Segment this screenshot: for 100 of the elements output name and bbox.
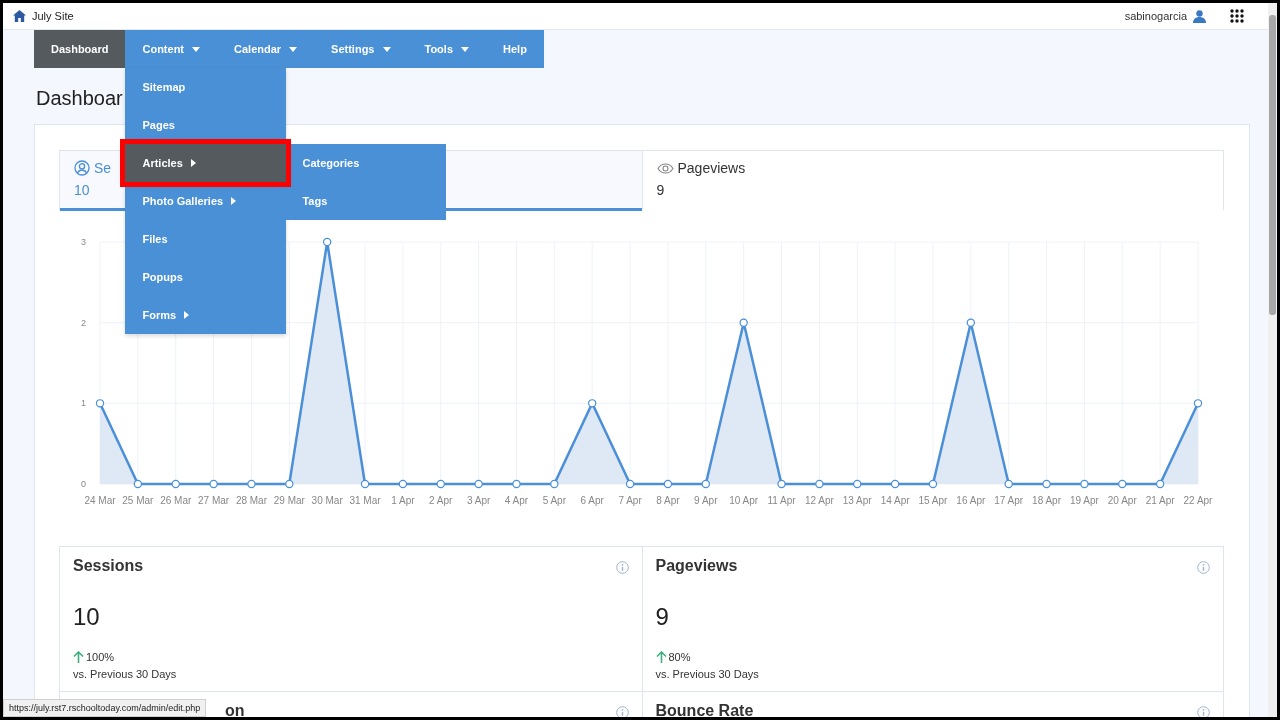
stat-title: Bounce Rate [655, 702, 754, 717]
data-point [777, 479, 786, 489]
axis-label: 22 Apr [1183, 495, 1213, 506]
data-point [739, 318, 748, 327]
user-circle-icon [74, 160, 90, 176]
axis-label: 24 Mar [84, 495, 116, 506]
axis-label: 25 Mar [122, 495, 154, 506]
axis-label: 31 Mar [349, 495, 381, 506]
nav-item[interactable]: Dashboard [34, 30, 126, 68]
axis-label: 28 Mar [235, 495, 267, 506]
axis-label: 26 Mar [160, 495, 192, 506]
axis-label: 3 Apr [466, 495, 491, 506]
info-icon[interactable] [1197, 706, 1210, 717]
data-point [209, 479, 218, 489]
status-bar-url: https://july.rst7.rschooltoday.com/admin/edit.php [3, 699, 207, 717]
caret-icon [192, 46, 200, 52]
menu-item[interactable]: Forms [125, 296, 287, 334]
data-point [1004, 479, 1013, 489]
arrow-up-icon [73, 651, 84, 663]
axis-label: 15 Apr [918, 495, 948, 506]
data-point [1155, 479, 1165, 489]
comparison-note: vs. Previous 30 Days [73, 668, 177, 680]
axis-label: 2 [81, 317, 86, 328]
stat-tab[interactable]: Pageviews 9 [641, 151, 1223, 211]
data-point [398, 479, 408, 489]
page-title: Dashboar [36, 86, 123, 110]
data-point [928, 479, 938, 489]
axis-label: 9 Apr [694, 495, 718, 506]
apps-grid-icon[interactable] [1230, 9, 1244, 23]
data-point [550, 479, 559, 489]
data-point [247, 479, 256, 489]
axis-label: 6 Apr [580, 495, 604, 506]
data-point [171, 479, 180, 489]
stat-title: Sessions [73, 557, 144, 575]
info-icon[interactable] [1197, 561, 1210, 574]
data-point [1118, 479, 1127, 489]
data-point [95, 399, 105, 408]
axis-label: 13 Apr [842, 495, 872, 506]
stat-value: 9 [655, 603, 669, 631]
caret-icon [382, 46, 391, 52]
data-point [512, 479, 521, 489]
axis-label: 0 [81, 479, 86, 489]
axis-label: 14 Apr [880, 495, 910, 506]
axis-label: 4 Apr [504, 495, 529, 506]
scrollbar[interactable] [1268, 3, 1277, 717]
data-point [890, 479, 900, 489]
stat-title: on [225, 702, 245, 717]
data-point [815, 479, 824, 489]
axis-label: 30 Mar [311, 495, 343, 506]
axis-label: 18 Apr [1032, 495, 1061, 506]
tab-label: Se [94, 160, 112, 176]
data-point [853, 479, 862, 489]
data-point [436, 479, 445, 489]
arrow-icon [190, 159, 196, 167]
site-title[interactable]: July Site [32, 10, 74, 22]
axis-label: 8 Apr [656, 495, 680, 506]
axis-label: 3 [81, 237, 86, 247]
data-point [663, 479, 673, 489]
change-percent: 100% [86, 651, 115, 663]
stat-title: Pageviews [655, 557, 738, 575]
axis-label: 16 Apr [956, 495, 986, 506]
info-icon[interactable] [615, 706, 629, 717]
arrow-icon [231, 197, 237, 205]
data-point [474, 479, 483, 489]
data-point [285, 479, 294, 489]
data-point [588, 399, 597, 408]
menu-item[interactable]: Popups [125, 258, 287, 296]
data-point [1193, 399, 1203, 408]
caret-icon [461, 46, 469, 52]
arrow-icon [184, 311, 190, 319]
axis-label: 20 Apr [1107, 495, 1137, 506]
axis-label: 2 Apr [429, 495, 453, 506]
menu-item[interactable]: Files [125, 220, 287, 258]
axis-label: 17 Apr [994, 495, 1024, 506]
stat-value: 10 [73, 603, 100, 631]
axis-label: 21 Apr [1145, 495, 1175, 506]
menu-item[interactable]: Sitemap [125, 68, 287, 106]
comparison-note: vs. Previous 30 Days [655, 668, 759, 680]
axis-label: 12 Apr [804, 495, 834, 506]
info-icon[interactable] [615, 561, 629, 574]
data-point [322, 237, 332, 247]
axis-label: 10 Apr [729, 495, 759, 506]
data-point [625, 479, 635, 489]
user-icon[interactable] [1193, 9, 1206, 23]
data-point [701, 479, 710, 489]
data-point [966, 318, 976, 327]
data-point [360, 479, 370, 489]
user-name[interactable]: sabinogarcia [1124, 10, 1187, 22]
tab-value: 9 [656, 182, 665, 198]
data-point [133, 479, 143, 489]
data-point [1080, 479, 1089, 489]
change-percent: 80% [668, 651, 691, 663]
data-point [1042, 479, 1051, 489]
axis-label: 11 Apr [767, 495, 796, 506]
home-icon[interactable] [13, 10, 26, 22]
arrow-up-icon [655, 651, 667, 663]
axis-label: 29 Mar [273, 495, 305, 506]
tab-label: Pageviews [677, 160, 746, 176]
axis-label: 5 Apr [542, 495, 566, 506]
axis-label: 7 Apr [618, 495, 642, 506]
